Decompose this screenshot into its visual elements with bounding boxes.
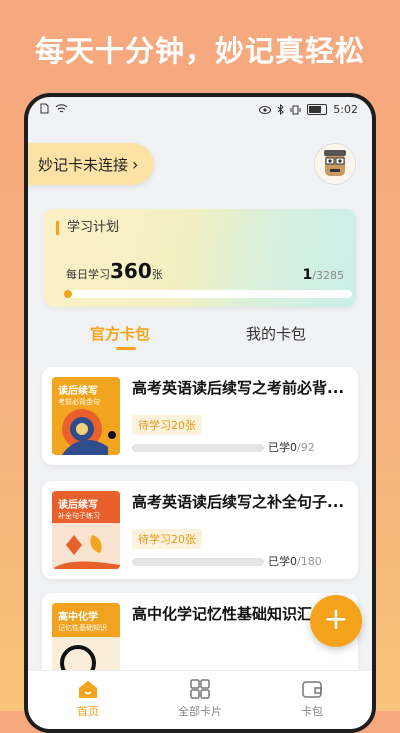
deck-cover: 读后续写 补全句子练习 [52,491,120,569]
deck-progress-bar [132,558,264,566]
progress-total: /3285 [312,269,344,282]
sim-icon [40,103,49,114]
plan-progress-count: 1/3285 [303,267,344,283]
learned-value: 0 [290,441,297,454]
nav-wallet-label: 卡包 [301,705,323,718]
deck-title: 高考英语读后续写之考前必背... [132,379,345,397]
add-deck-button[interactable]: + [310,595,362,647]
pending-badge: 待学习20张 [132,415,202,435]
status-bar: 5:02 [28,97,372,125]
deck-learned-count: 已学0/180 [268,553,322,569]
total-value: /180 [297,555,322,568]
plan-progress-bar [64,290,352,298]
daily-count: 360 [110,259,152,283]
learned-prefix: 已学 [268,555,290,568]
cover-label: 读后续写 [58,500,98,511]
plan-daily-goal: 每日学习360张 [66,259,163,283]
connect-card-button[interactable]: 妙记卡未连接 › [28,143,154,185]
nav-all-cards[interactable]: 全部卡片 [160,679,240,719]
tab-my-decks[interactable]: 我的卡包 [246,323,306,344]
cover-subtitle: 记忆性基础知识 [58,624,107,632]
grid-icon [190,679,210,699]
deck-progress-bar [132,444,264,452]
wifi-icon [55,103,68,112]
nav-wallet[interactable]: 卡包 [272,679,352,719]
deck-card[interactable]: 读后续写 补全句子练习 高考英语读后续写之补全句子... 待学习20张 已学0/… [42,481,358,579]
active-tab-indicator [116,347,136,350]
nav-all-label: 全部卡片 [178,705,222,718]
bluetooth-icon [277,104,285,115]
promo-headline: 每天十分钟，妙记真轻松 [34,34,365,68]
deck-cover: 读后续写 考前必背金句 [52,377,120,455]
home-icon [79,681,97,698]
chevron-right-icon: › [132,154,139,174]
deck-learned-count: 已学0/92 [268,439,315,455]
bottom-navigation: 首页 全部卡片 卡包 [28,670,372,729]
connect-label: 妙记卡未连接 [38,155,129,174]
progress-current: 1 [302,267,313,283]
cover-subtitle: 补全句子练习 [58,512,100,520]
deck-title: 高考英语读后续写之补全句子... [132,493,345,511]
pending-badge: 待学习20张 [132,529,202,549]
daily-prefix: 每日学习 [66,268,110,281]
avatar-illustration-icon [315,144,355,184]
deck-tabs: 官方卡包 我的卡包 [28,323,372,353]
cover-label: 高中化学 [58,612,98,623]
plan-progress-fill [64,290,72,298]
avatar[interactable] [314,143,356,185]
eye-icon [259,105,272,114]
nav-home-label: 首页 [77,705,99,718]
cover-label: 读后续写 [58,386,98,397]
app-screen: 5:02 妙记卡未连接 › 学习计划 每日学习360张 1/3285 官方卡包 … [28,97,372,729]
daily-unit: 张 [151,268,163,281]
clock: 5:02 [333,103,358,116]
study-plan-card[interactable]: 学习计划 每日学习360张 1/3285 [44,209,356,307]
phone-frame: 5:02 妙记卡未连接 › 学习计划 每日学习360张 1/3285 官方卡包 … [24,93,376,733]
deck-card[interactable]: 读后续写 考前必背金句 高考英语读后续写之考前必背... 待学习20张 已学0/… [42,367,358,465]
nav-home[interactable]: 首页 [48,679,128,719]
battery-icon [307,104,328,115]
learned-prefix: 已学 [268,441,290,454]
cover-subtitle: 考前必背金句 [58,398,100,406]
plan-title: 学习计划 [56,221,119,235]
learned-value: 0 [290,555,297,568]
tab-official-decks[interactable]: 官方卡包 [90,323,150,344]
vibrate-icon [290,105,301,114]
wallet-icon [302,681,322,698]
total-value: /92 [297,441,315,454]
